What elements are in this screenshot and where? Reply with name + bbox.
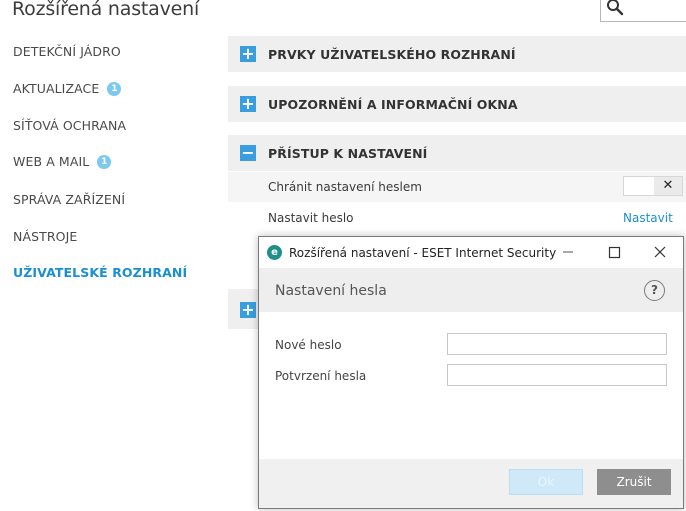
password-dialog: e Rozšířená nastavení - ESET Internet Se… [258,236,684,509]
sidebar-item-label: SPRÁVA ZAŘÍZENÍ [13,192,126,207]
minimize-button[interactable] [551,241,585,263]
close-icon [654,246,666,258]
sidebar-item-user-interface[interactable]: UŽIVATELSKÉ ROZHRANÍ [13,265,187,280]
sidebar-item-network-protection[interactable]: SÍŤOVÁ OCHRANA [13,118,126,133]
sidebar-item-label: AKTUALIZACE [13,81,100,96]
sidebar-item-web-and-email[interactable]: WEB A MAIL 1 [13,154,112,169]
sidebar-item-label: DETEKČNÍ JÁDRO [13,44,121,59]
section-title: PRVKY UŽIVATELSKÉHO ROZHRANÍ [268,46,516,62]
notification-badge: 1 [97,154,112,169]
sidebar-item-device-control[interactable]: SPRÁVA ZAŘÍZENÍ [13,192,125,207]
sidebar-item-label: WEB A MAIL [13,154,90,169]
window-title: Rozšířená nastavení - ESET Internet Secu… [289,246,557,260]
sidebar-item-detection-engine[interactable]: DETEKČNÍ JÁDRO [13,44,121,59]
sidebar-item-label: SÍŤOVÁ OCHRANA [13,118,127,133]
setting-label: Nastavit heslo [268,211,354,225]
collapse-icon[interactable]: − [240,145,256,161]
confirm-password-field[interactable] [447,364,667,386]
section-title: PŘÍSTUP K NASTAVENÍ [268,145,428,161]
dialog-footer: Ok Zrušit [259,459,683,508]
close-button[interactable] [643,241,677,263]
maximize-icon [608,246,621,259]
new-password-label: Nové heslo [275,338,342,352]
search-input[interactable] [600,0,686,22]
setting-row-protect-password: Chránit nastavení heslem ✕ [228,172,686,202]
setting-row-set-password: Nastavit heslo Nastavit [228,203,686,233]
notification-badge: 1 [107,81,122,96]
sidebar-item-label: UŽIVATELSKÉ ROZHRANÍ [13,265,188,280]
eset-logo-icon: e [267,245,282,260]
confirm-password-label: Potvrzení hesla [275,369,367,383]
off-icon: ✕ [654,177,682,195]
new-password-field[interactable] [447,333,667,355]
expand-icon[interactable]: + [240,96,256,112]
dialog-header: Nastavení hesla ? [259,268,683,312]
section-alerts-and-notifications[interactable]: + UPOZORNĚNÍ A INFORMAČNÍ OKNA [228,86,686,122]
help-icon[interactable]: ? [644,280,665,301]
expand-icon[interactable]: + [240,46,256,62]
section-collapsed-partial[interactable]: + [228,289,260,329]
section-user-interface-elements[interactable]: + PRVKY UŽIVATELSKÉHO ROZHRANÍ [228,36,686,72]
search-icon [607,0,624,16]
setting-label: Chránit nastavení heslem [268,180,422,194]
sidebar-item-update[interactable]: AKTUALIZACE 1 [13,81,122,96]
page-title: Rozšířená nastavení [12,0,200,20]
expand-icon[interactable]: + [240,302,256,318]
section-access-setup[interactable]: − PŘÍSTUP K NASTAVENÍ [228,135,686,171]
sidebar-item-label: NÁSTROJE [13,229,78,244]
ok-button[interactable]: Ok [509,469,583,495]
cancel-button[interactable]: Zrušit [597,469,671,495]
minimize-icon [563,251,573,253]
dialog-titlebar[interactable]: e Rozšířená nastavení - ESET Internet Se… [259,237,683,268]
set-password-link[interactable]: Nastavit [623,211,673,225]
sidebar-item-tools[interactable]: NÁSTROJE [13,229,77,244]
dialog-heading: Nastavení hesla [275,283,387,299]
section-title: UPOZORNĚNÍ A INFORMAČNÍ OKNA [268,96,518,112]
protect-settings-toggle[interactable]: ✕ [623,176,683,196]
maximize-button[interactable] [597,241,631,263]
